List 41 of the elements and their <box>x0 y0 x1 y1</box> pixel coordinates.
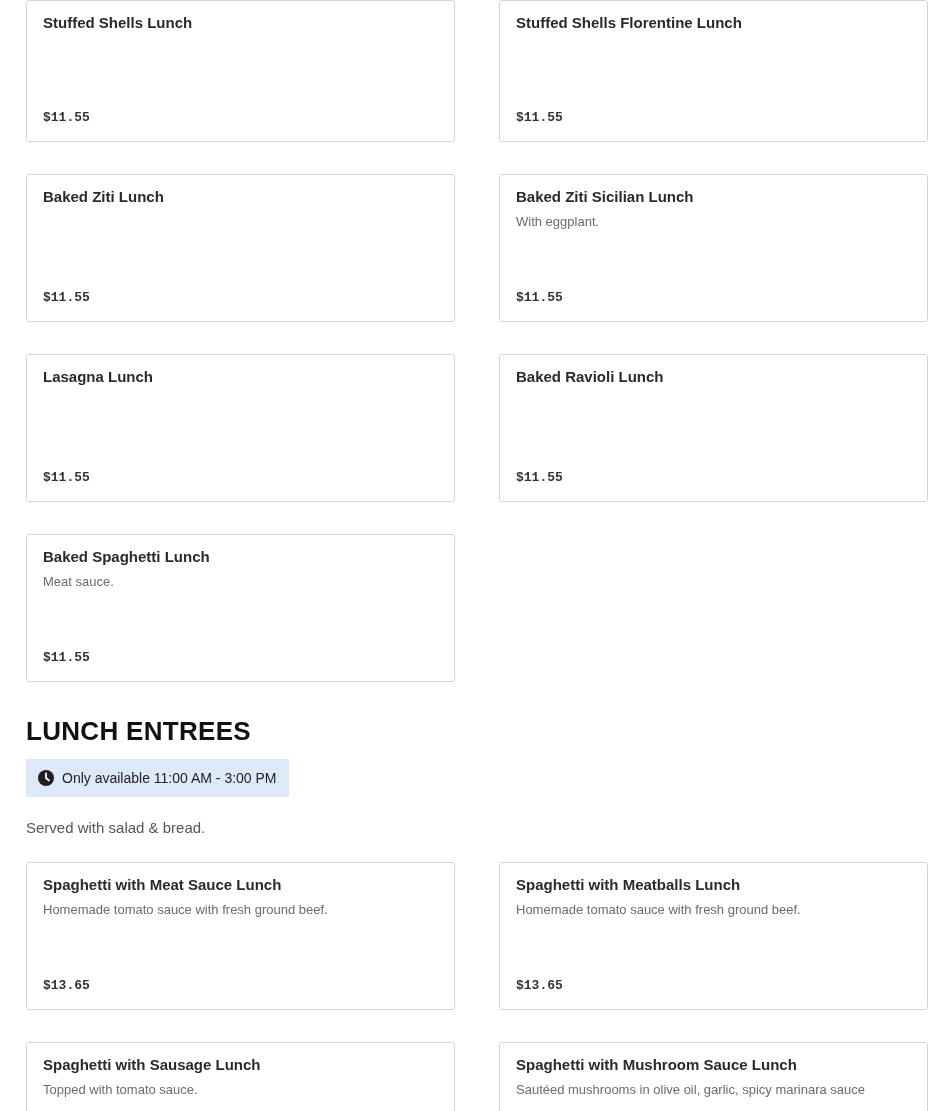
item-price: $11.55 <box>516 290 564 305</box>
item-name: Baked Ziti Lunch <box>43 188 165 205</box>
item-price: $11.55 <box>43 650 91 665</box>
menu-item-card[interactable]: Spaghetti with Mushroom Sauce Lunch Sautéed mushrooms in olive oil, garlic, spicy marinara sauce <box>499 1042 928 1111</box>
item-description: Homemade tomato sauce with fresh ground beef. <box>43 902 329 917</box>
menu-item-card[interactable]: Spaghetti with Sausage Lunch Topped with tomato sauce. <box>26 1042 455 1111</box>
item-price: $11.55 <box>43 290 91 305</box>
item-description: With eggplant. <box>516 214 601 229</box>
item-name: Spaghetti with Meatballs Lunch <box>516 876 742 893</box>
menu-item-card[interactable]: Spaghetti with Meatballs Lunch Homemade tomato sauce with fresh ground beef. $13.65 <box>499 862 928 1010</box>
item-name: Stuffed Shells Lunch <box>43 14 194 31</box>
item-price: $13.65 <box>516 978 564 993</box>
menu-item-card[interactable]: Lasagna Lunch $11.55 <box>26 354 455 502</box>
item-price: $11.55 <box>516 110 564 125</box>
menu-item-card[interactable]: Stuffed Shells Lunch $11.55 <box>26 0 455 142</box>
item-name: Baked Ravioli Lunch <box>516 368 665 385</box>
section-description: Served with salad & bread. <box>26 819 207 836</box>
menu-item-card[interactable]: Baked Spaghetti Lunch Meat sauce. $11.55 <box>26 534 455 682</box>
item-price: $11.55 <box>43 470 91 485</box>
item-name: Stuffed Shells Florentine Lunch <box>516 14 743 31</box>
item-name: Spaghetti with Meat Sauce Lunch <box>43 876 283 893</box>
menu-item-card[interactable]: Spaghetti with Meat Sauce Lunch Homemade tomato sauce with fresh ground beef. $13.65 <box>26 862 455 1010</box>
clock-icon <box>38 770 54 786</box>
item-name: Baked Ziti Sicilian Lunch <box>516 188 695 205</box>
item-price: $13.65 <box>43 978 91 993</box>
availability-text: Only available 11:00 AM - 3:00 PM <box>62 770 277 786</box>
item-description: Topped with tomato sauce. <box>43 1082 199 1097</box>
item-name: Baked Spaghetti Lunch <box>43 548 211 565</box>
menu-item-card[interactable]: Baked Ziti Lunch $11.55 <box>26 174 455 322</box>
menu-item-card[interactable]: Baked Ravioli Lunch $11.55 <box>499 354 928 502</box>
menu-item-card[interactable]: Stuffed Shells Florentine Lunch $11.55 <box>499 0 928 142</box>
item-name: Spaghetti with Sausage Lunch <box>43 1056 262 1073</box>
item-price: $11.55 <box>516 470 564 485</box>
item-description: Sautéed mushrooms in olive oil, garlic, spicy marinara sauce <box>516 1082 866 1097</box>
item-description: Meat sauce. <box>43 574 115 589</box>
item-name: Spaghetti with Mushroom Sauce Lunch <box>516 1056 798 1073</box>
section-title: LUNCH ENTREES <box>26 716 252 747</box>
menu-item-card[interactable]: Baked Ziti Sicilian Lunch With eggplant. $11.55 <box>499 174 928 322</box>
item-price: $11.55 <box>43 110 91 125</box>
item-description: Homemade tomato sauce with fresh ground beef. <box>516 902 802 917</box>
item-name: Lasagna Lunch <box>43 368 155 385</box>
